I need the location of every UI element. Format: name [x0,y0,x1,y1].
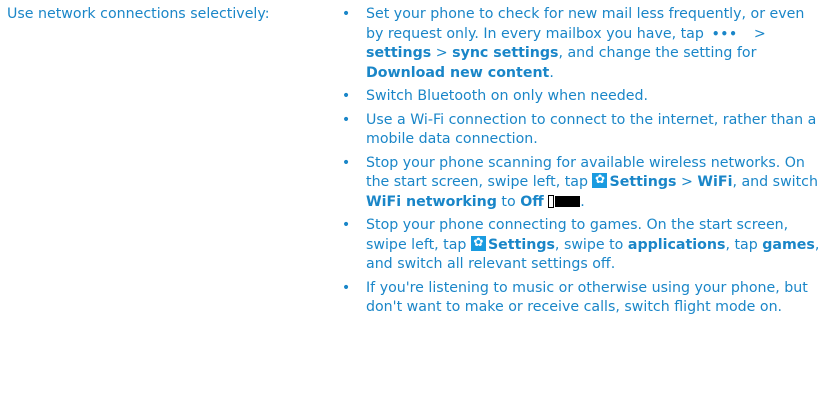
tip-text: If you're listening to music or otherwis… [366,279,808,316]
tip-text: > [431,45,453,61]
menu-sync-settings: sync settings [452,45,559,61]
tip-text: . [580,193,585,210]
tip-text: Use a Wi-Fi connection to connect to the… [366,111,817,148]
tip-text: > [676,174,698,190]
bullet: • [341,111,351,128]
tip-wifi-connection: • Use a Wi-Fi connection to connect to t… [340,111,820,150]
tip-wifi-scanning: • Stop your phone scanning for available… [340,154,820,213]
settings-gear-icon [470,233,486,252]
bullet: • [341,88,351,104]
menu-applications: applications [627,236,726,253]
menu-wifi: WiFi [697,174,733,190]
bullet: • [341,154,351,171]
menu-games: games [762,236,815,253]
tip-text: , and change the setting for [558,45,757,61]
tip-mail-sync: • Set your phone to check for new mail l… [340,5,820,83]
bullet: • [341,6,351,22]
tip-bluetooth: • Switch Bluetooth on only when needed. [340,87,820,107]
tip-list: • Set your phone to check for new mail l… [340,5,820,322]
app-settings: Settings [609,174,677,190]
tip-text: Switch Bluetooth on only when needed. [366,88,649,104]
menu-settings: settings [366,45,432,61]
more-dots-icon: ••• [711,26,738,41]
tip-text: , and switch [732,174,818,190]
tip-text: , tap [725,236,763,253]
tip-text: , swipe to [554,236,628,253]
tip-games: • Stop your phone connecting to games. O… [340,216,820,275]
setting-download-new-content: Download new content [366,64,550,81]
section-label: Use network connections selectively: [7,6,270,22]
tip-text: to [496,193,521,210]
settings-gear-icon [592,170,608,189]
setting-off: Off [520,193,544,210]
app-settings: Settings [487,236,555,253]
bullet: • [341,217,351,233]
setting-wifi-networking: WiFi networking [366,193,497,210]
tip-text: . [549,64,554,81]
tip-text: > [753,25,766,42]
toggle-off-icon [548,194,581,208]
bullet: • [341,279,351,296]
tip-flight-mode: • If you're listening to music or otherw… [340,279,820,318]
